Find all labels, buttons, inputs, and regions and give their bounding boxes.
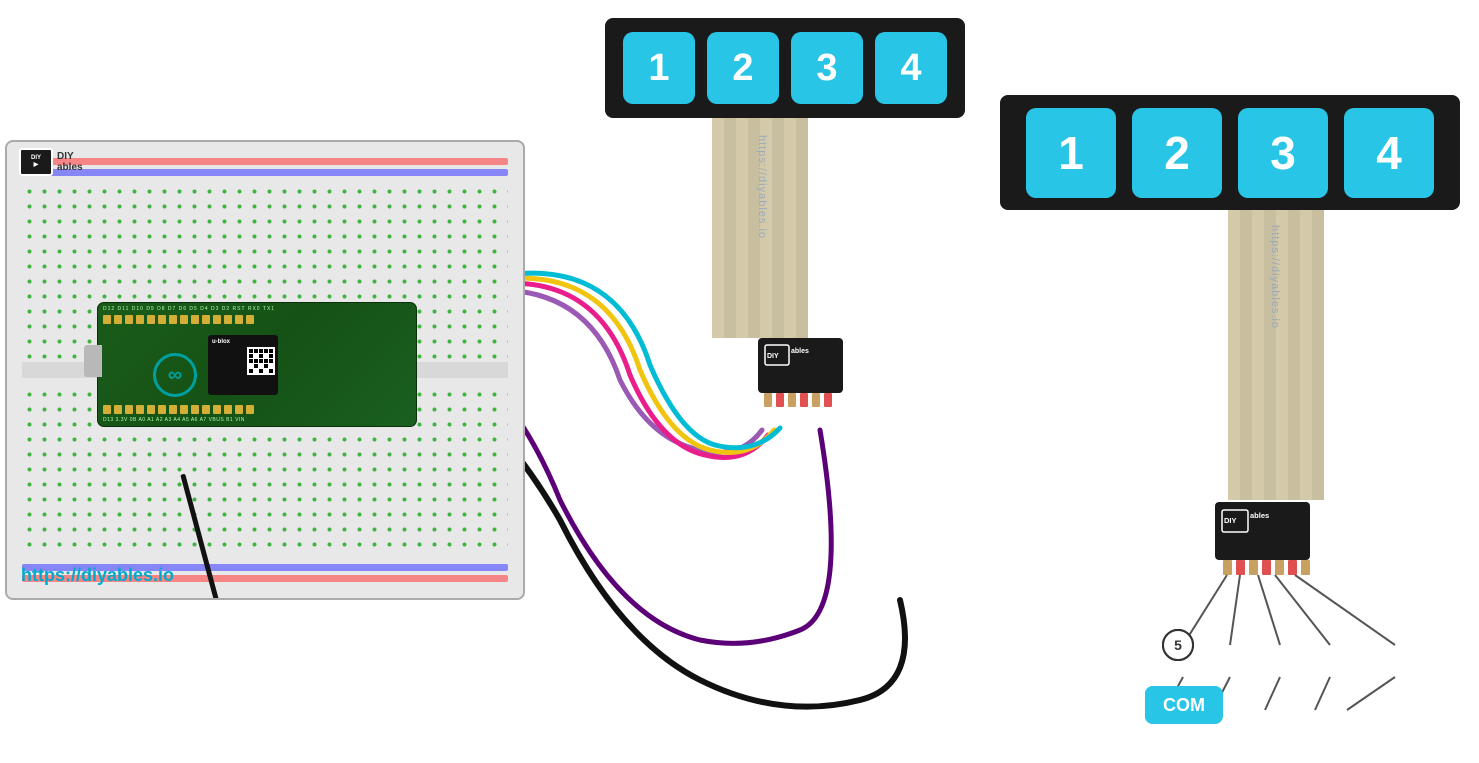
arduino-pin <box>125 315 133 324</box>
arduino-pin <box>213 405 221 414</box>
svg-text:DIY: DIY <box>767 353 779 360</box>
breadboard-url: https://diyables.io <box>21 565 174 586</box>
keypad-btn-3-right: 3 <box>1238 108 1328 198</box>
arduino-pin <box>114 315 122 324</box>
keypad-btn-2-top: 2 <box>707 32 779 104</box>
pin-label-com: COM <box>1145 686 1223 724</box>
keypad-top-right: 1 2 3 4 <box>1000 95 1460 210</box>
svg-text:ables: ables <box>791 348 809 355</box>
arduino-pin <box>158 405 166 414</box>
arduino-pin <box>180 405 188 414</box>
pin-circle-5: 5 <box>1162 629 1194 661</box>
arduino-pin <box>169 405 177 414</box>
arduino-pin <box>147 405 155 414</box>
arduino-pin <box>136 405 144 414</box>
arduino-pin <box>235 315 243 324</box>
arduino-pin <box>103 315 111 324</box>
keypad-body-right: 1 2 3 4 <box>1000 95 1460 210</box>
svg-text:https://diyables.io: https://diyables.io <box>1269 225 1281 329</box>
arduino-board: D12 D11 D10 D9 D8 D7 D6 D5 D4 D3 D2 RST … <box>97 302 417 427</box>
arduino-main-chip: u-blox <box>208 335 278 395</box>
arduino-pin <box>169 315 177 324</box>
keypad-btn-4-top: 4 <box>875 32 947 104</box>
arduino-pin <box>235 405 243 414</box>
arduino-pin <box>191 405 199 414</box>
usb-port <box>84 345 102 377</box>
arduino-pin <box>202 405 210 414</box>
svg-text:DIY: DIY <box>1224 516 1237 525</box>
breadboard: DIY▶ DIYables https://diyables.io D12 D1… <box>5 140 525 600</box>
arduino-logo: ∞ <box>153 353 197 397</box>
keypad-top-center: 1 2 3 4 <box>605 18 965 118</box>
arduino-pin <box>136 315 144 324</box>
arduino-pin <box>147 315 155 324</box>
arduino-pin <box>125 405 133 414</box>
arduino-pin <box>191 315 199 324</box>
arduino-pin <box>158 315 166 324</box>
keypad-body-top: 1 2 3 4 <box>605 18 965 118</box>
keypad-btn-3-top: 3 <box>791 32 863 104</box>
keypad-btn-1-top: 1 <box>623 32 695 104</box>
arduino-pin <box>246 315 254 324</box>
diyables-logo-breadboard: DIY▶ DIYables <box>19 148 83 176</box>
arduino-pin <box>202 315 210 324</box>
diagram: https://diyables.io DIY ables <box>0 0 1479 763</box>
arduino-pin <box>246 405 254 414</box>
svg-text:https://diyables.io: https://diyables.io <box>756 135 768 239</box>
arduino-pin <box>213 315 221 324</box>
arduino-pin <box>103 405 111 414</box>
keypad-btn-2-right: 2 <box>1132 108 1222 198</box>
breadboard-container: DIY▶ DIYables https://diyables.io D12 D1… <box>5 140 540 605</box>
arduino-pin <box>224 405 232 414</box>
arduino-pin <box>114 405 122 414</box>
arduino-pin <box>180 315 188 324</box>
arduino-pin <box>224 315 232 324</box>
svg-text:ables: ables <box>1250 511 1269 520</box>
keypad-btn-1-right: 1 <box>1026 108 1116 198</box>
keypad-btn-4-right: 4 <box>1344 108 1434 198</box>
